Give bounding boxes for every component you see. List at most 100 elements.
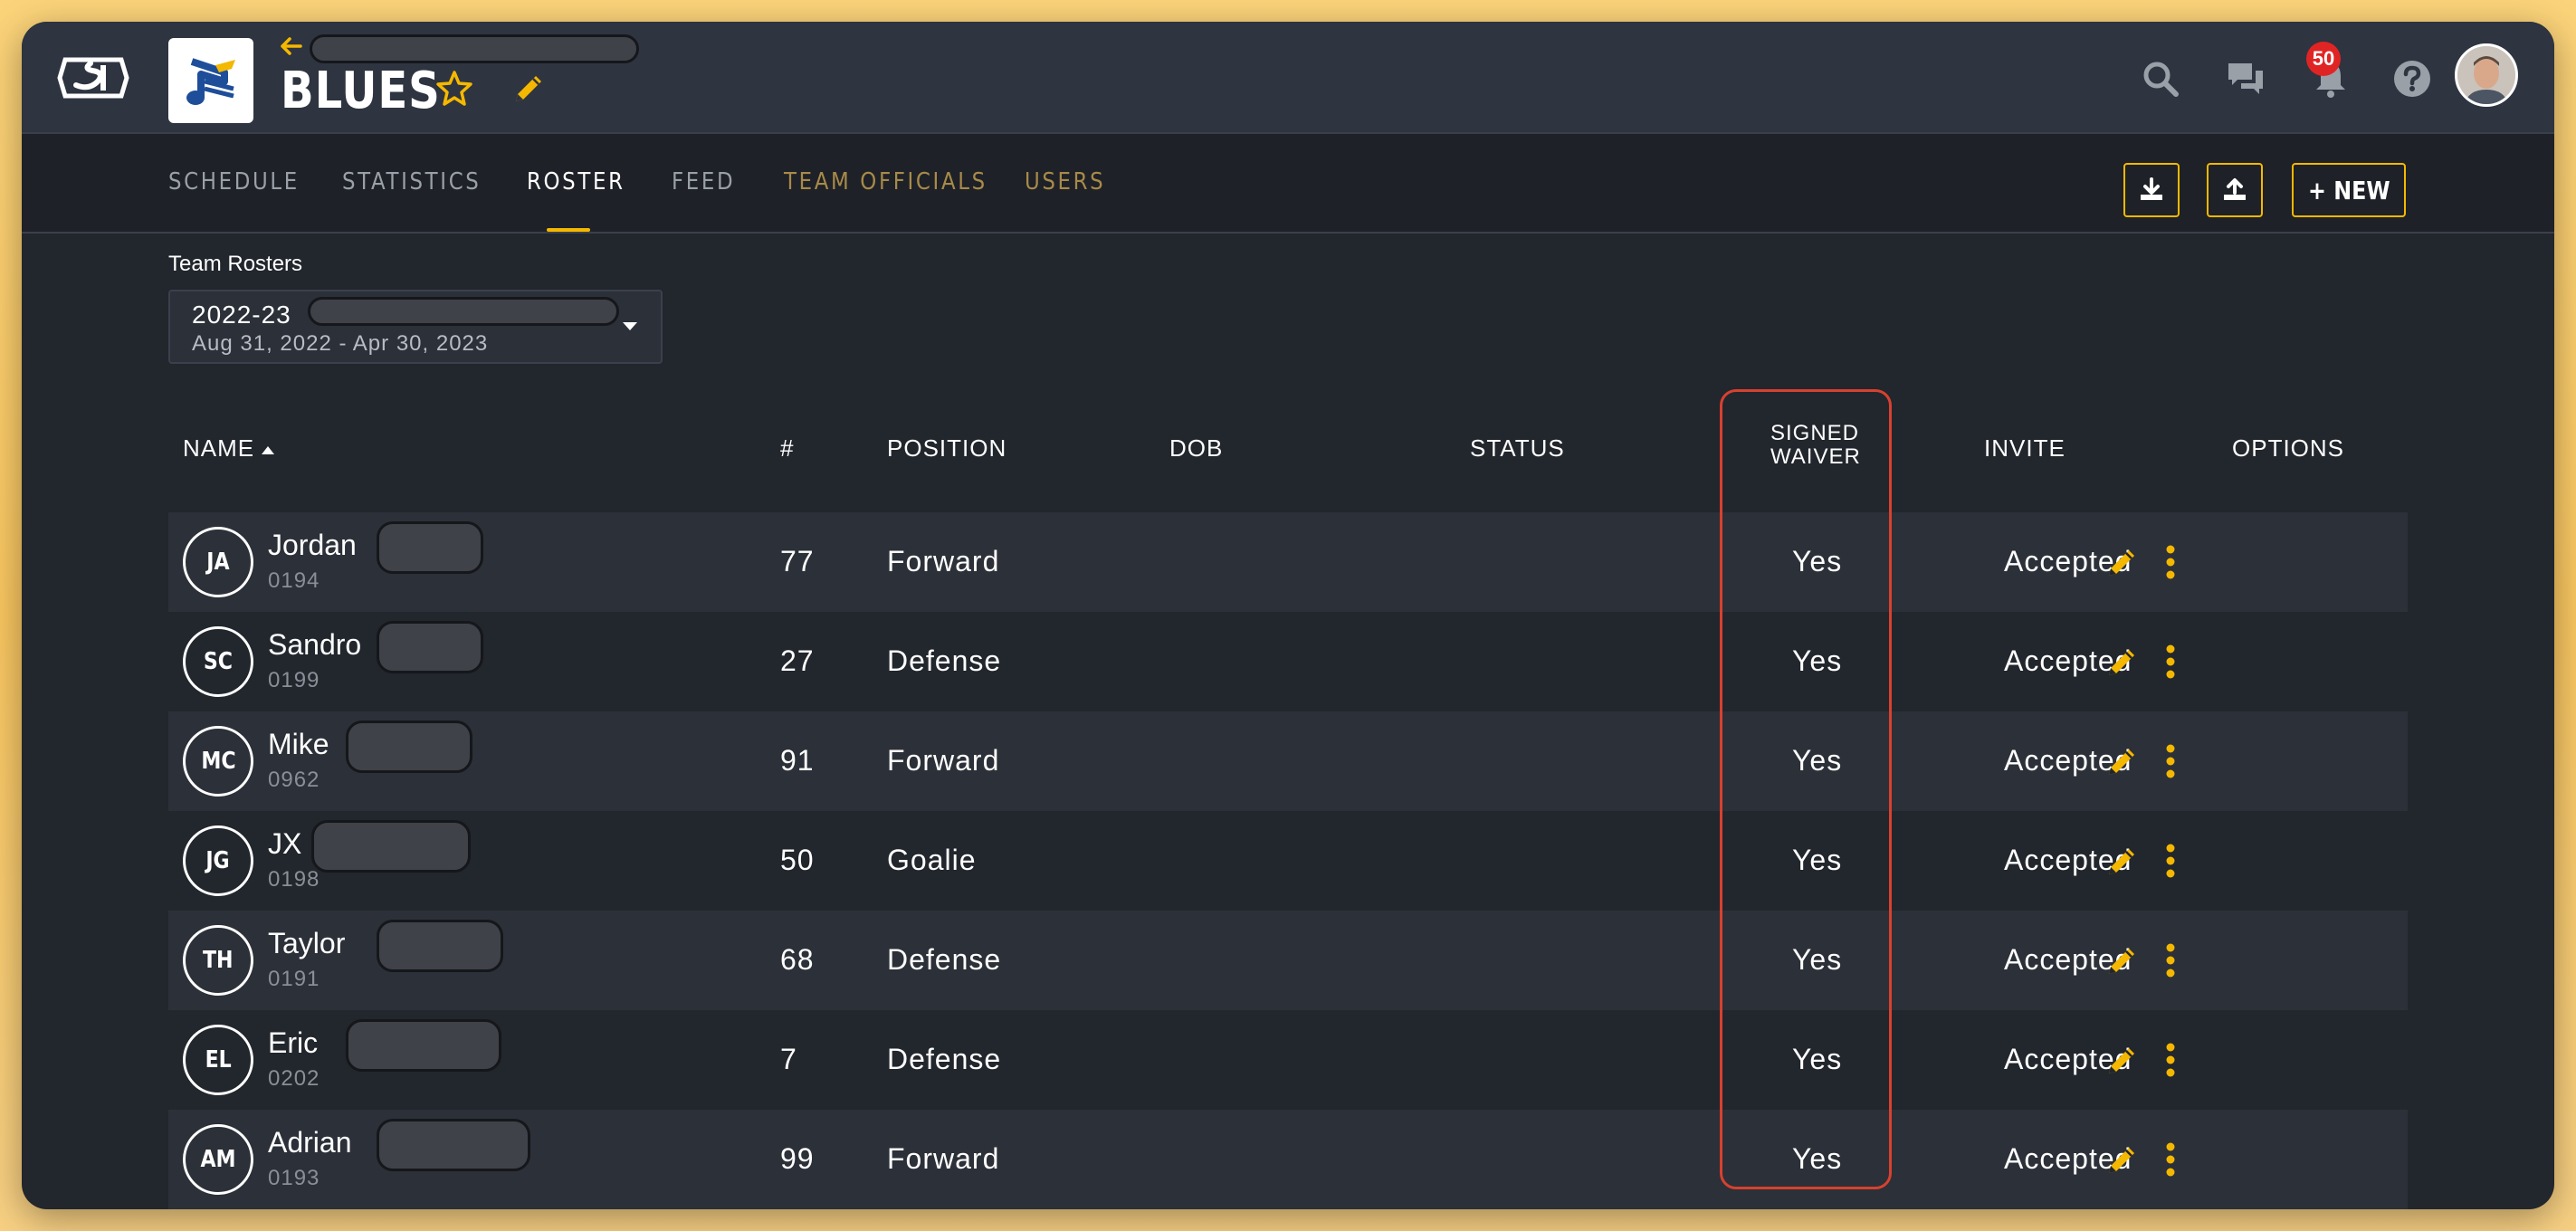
search-icon[interactable] <box>2140 58 2181 100</box>
player-number: 77 <box>780 545 815 577</box>
more-options-icon[interactable] <box>2161 842 2180 880</box>
column-options: OPTIONS <box>2232 434 2345 462</box>
edit-pencil-icon[interactable] <box>2105 744 2140 778</box>
player-number: 91 <box>780 744 815 777</box>
signed-waiver-value: Yes <box>1792 943 1843 976</box>
edit-pencil-icon[interactable] <box>2105 1043 2140 1077</box>
player-initials-avatar: AM <box>183 1124 253 1195</box>
user-avatar[interactable] <box>2455 43 2518 107</box>
player-initials-avatar: SC <box>183 626 253 697</box>
tab-users[interactable]: USERS <box>1025 168 1105 196</box>
favorite-star-icon[interactable] <box>434 69 474 109</box>
redacted-last-name <box>377 621 483 673</box>
player-name[interactable]: Mike <box>268 728 329 761</box>
more-options-icon[interactable] <box>2161 543 2180 581</box>
signed-waiver-value: Yes <box>1792 1043 1843 1075</box>
more-options-icon[interactable] <box>2161 1041 2180 1079</box>
more-options-icon[interactable] <box>2161 941 2180 979</box>
player-initials-avatar: MC <box>183 726 253 797</box>
new-button-label: + NEW <box>2307 175 2390 205</box>
signed-waiver-value: Yes <box>1792 1142 1843 1175</box>
help-icon[interactable] <box>2391 58 2433 100</box>
signed-waiver-value: Yes <box>1792 644 1843 677</box>
player-name[interactable]: Eric <box>268 1026 318 1060</box>
table-row[interactable]: AM Adrian 0193 99 Forward Yes Accepted <box>168 1110 2408 1209</box>
column-dob[interactable]: DOB <box>1169 434 1223 463</box>
download-button[interactable] <box>2123 163 2180 217</box>
table-row[interactable]: MC Mike 0962 91 Forward Yes Accepted <box>168 711 2408 811</box>
player-initials: TH <box>203 947 234 974</box>
edit-pencil-icon[interactable] <box>2105 545 2140 579</box>
redacted-last-name <box>377 521 483 574</box>
chat-icon[interactable] <box>2225 58 2266 100</box>
edit-team-pencil-icon[interactable] <box>510 71 547 107</box>
player-name[interactable]: Taylor <box>268 927 345 960</box>
blue-note-logo-icon <box>186 58 235 105</box>
table-row[interactable]: SC Sandro 0199 27 Defense Yes Accepted <box>168 612 2408 711</box>
back-arrow-icon[interactable] <box>279 36 302 56</box>
more-options-icon[interactable] <box>2161 643 2180 681</box>
app-logo-icon[interactable] <box>56 54 130 101</box>
player-number: 27 <box>780 644 815 677</box>
tab-feed[interactable]: FEED <box>672 168 735 196</box>
player-number: 50 <box>780 844 815 876</box>
player-position: Forward <box>887 744 1000 777</box>
tab-roster[interactable]: ROSTER <box>527 168 625 196</box>
more-options-icon[interactable] <box>2161 1140 2180 1179</box>
redacted-last-name <box>377 920 503 972</box>
season-dates: Aug 31, 2022 - Apr 30, 2023 <box>192 331 489 356</box>
edit-pencil-icon[interactable] <box>2105 844 2140 878</box>
edit-pencil-icon[interactable] <box>2105 644 2140 679</box>
tab-schedule[interactable]: SCHEDULE <box>168 168 300 196</box>
app-window: BLUES 50 SCHEDULE STATISTICS ROSTER FEED… <box>22 22 2554 1209</box>
edit-pencil-icon[interactable] <box>2105 1142 2140 1177</box>
team-header: BLUES 50 <box>22 22 2554 132</box>
column-name[interactable]: NAME <box>183 434 275 463</box>
table-row[interactable]: JA Jordan 0194 77 Forward Yes Accepted <box>168 512 2408 612</box>
player-name[interactable]: Jordan <box>268 529 357 562</box>
player-id: 0199 <box>268 668 320 692</box>
team-name: BLUES <box>281 62 441 120</box>
column-signed-waiver-line2: WAIVER <box>1770 444 1861 469</box>
table-row[interactable]: JG JX 0198 50 Goalie Yes Accepted <box>168 811 2408 911</box>
table-row[interactable]: EL Eric 0202 7 Defense Yes Accepted <box>168 1010 2408 1110</box>
player-initials-avatar: JG <box>183 825 253 896</box>
player-id: 0962 <box>268 768 320 792</box>
team-logo <box>168 38 253 123</box>
new-player-button[interactable]: + NEW <box>2292 163 2406 217</box>
chevron-down-icon <box>623 322 637 330</box>
player-position: Defense <box>887 644 1002 677</box>
edit-pencil-icon[interactable] <box>2105 943 2140 978</box>
tab-team-officials[interactable]: TEAM OFFICIALS <box>784 168 987 196</box>
player-id: 0191 <box>268 967 320 991</box>
roster-season-select[interactable]: 2022-23 Aug 31, 2022 - Apr 30, 2023 <box>168 290 663 364</box>
season-name: 2022-23 <box>192 301 291 329</box>
notification-badge: 50 <box>2306 42 2341 76</box>
upload-button[interactable] <box>2207 163 2263 217</box>
column-signed-waiver[interactable]: SIGNED WAIVER <box>1770 422 1861 469</box>
sort-ascending-icon <box>262 445 275 454</box>
column-status[interactable]: STATUS <box>1470 434 1565 463</box>
player-name[interactable]: Adrian <box>268 1126 352 1159</box>
column-invite[interactable]: INVITE <box>1984 434 2066 463</box>
active-tab-indicator <box>547 228 590 232</box>
column-number[interactable]: # <box>780 434 794 463</box>
column-name-label: NAME <box>183 434 255 462</box>
more-options-icon[interactable] <box>2161 742 2180 780</box>
player-initials: EL <box>205 1046 232 1074</box>
player-id: 0198 <box>268 867 320 892</box>
player-name[interactable]: JX <box>268 827 301 861</box>
player-name[interactable]: Sandro <box>268 628 361 662</box>
table-row[interactable]: TH Taylor 0191 68 Defense Yes Accepted <box>168 911 2408 1010</box>
tab-statistics[interactable]: STATISTICS <box>342 168 481 196</box>
player-initials-avatar: EL <box>183 1025 253 1095</box>
player-number: 99 <box>780 1142 815 1175</box>
upload-icon <box>2224 178 2246 200</box>
column-signed-waiver-line1: SIGNED <box>1770 421 1860 445</box>
player-id: 0202 <box>268 1066 320 1091</box>
player-initials: JG <box>205 847 231 874</box>
user-photo-icon <box>2457 46 2515 104</box>
player-position: Forward <box>887 1142 1000 1175</box>
redacted-last-name <box>346 720 472 773</box>
column-position[interactable]: POSITION <box>887 434 1007 463</box>
